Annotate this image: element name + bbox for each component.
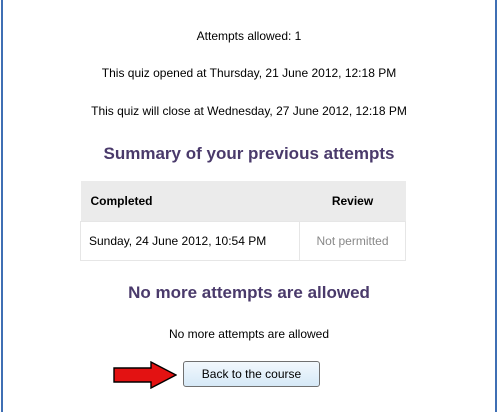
red-arrow-icon — [113, 361, 177, 389]
attempts-table: Completed Review Sunday, 24 June 2012, 1… — [80, 181, 406, 261]
no-more-attempts-heading: No more attempts are allowed — [128, 283, 370, 302]
completed-cell: Sunday, 24 June 2012, 10:54 PM — [80, 220, 300, 261]
table-row: Sunday, 24 June 2012, 10:54 PM Not permi… — [80, 220, 406, 261]
summary-heading: Summary of your previous attempts — [103, 144, 395, 163]
quiz-close-text: This quiz will close at Wednesday, 27 Ju… — [91, 104, 407, 118]
review-cell: Not permitted — [299, 220, 406, 261]
column-header-review: Review — [299, 181, 406, 221]
attempts-allowed-text: Attempts allowed: 1 — [196, 29, 302, 43]
table-header-row: Completed Review — [80, 181, 406, 221]
no-more-attempts-message: No more attempts are allowed — [168, 327, 330, 341]
back-to-course-button[interactable]: Back to the course — [183, 361, 320, 387]
column-header-completed: Completed — [80, 181, 300, 221]
quiz-opened-text: This quiz opened at Thursday, 21 June 20… — [101, 66, 397, 80]
